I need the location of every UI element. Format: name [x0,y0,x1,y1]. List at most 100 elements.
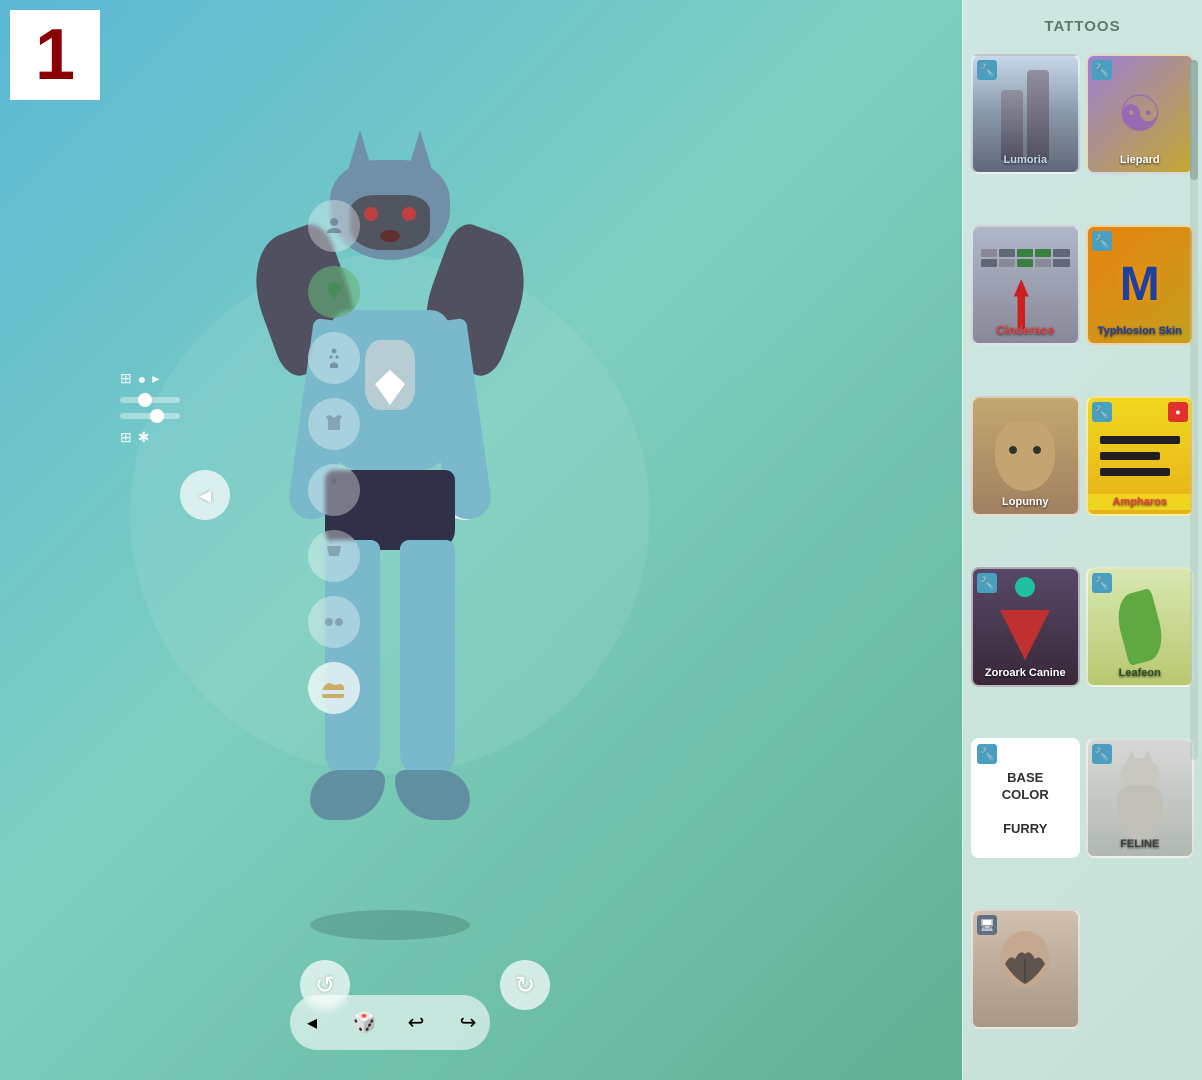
nav-accessories-button[interactable] [308,266,360,318]
items-grid: 🔧 Lumoria 🔧 ☯ Liepard [963,48,1202,1080]
panel-title: Tattoos [1044,18,1120,35]
item-card-tattoo-chest[interactable]: 🖥 [971,909,1080,1029]
slider-dot-1: ● [138,371,146,387]
lopunny-eye-left [1009,446,1017,454]
arrow-left-button[interactable]: ◂ [180,470,230,520]
slider-track-2[interactable] [120,413,180,419]
lopunny-face [995,421,1055,491]
zoroark-label: Zoroark Canine [973,665,1078,681]
nav-body-button[interactable] [308,332,360,384]
item-card-base-color[interactable]: 🔧 BASECOLORFURRY [971,738,1080,858]
slider-icon-1: ⊞ [120,370,132,387]
slider-row-1: ⊞ ● ▸ [120,370,250,387]
lumoria-leg-2 [1027,70,1049,160]
slider-icon-2: ⊞ [120,429,132,446]
character-nose [380,230,400,242]
zoroark-dot [1015,577,1035,597]
feline-ear-right [1142,750,1154,764]
item-card-lumoria[interactable]: 🔧 Lumoria [971,54,1080,174]
slider-thumb-1[interactable] [138,393,152,407]
lumoria-leg-1 [1001,90,1023,160]
character-face [350,195,430,250]
zoroark-triangle [1000,610,1050,660]
nav-shoes-button[interactable] [308,662,360,714]
item-card-lopunny[interactable]: Lopunny [971,396,1080,516]
item-card-feline[interactable]: 🔧 FELINE [1086,738,1195,858]
random-button[interactable]: 🎲 [346,1005,382,1041]
cinderace-grid [973,241,1078,275]
leafeon-leaf [1111,588,1168,666]
liepard-label: Liepard [1088,152,1193,168]
right-panel: Tattoos 🔧 Lumoria 🔧 ☯ Liepard [962,0,1202,1080]
wrench-icon-ampharos: 🔧 [1092,402,1112,422]
ampharos-stripe-3 [1100,468,1170,476]
lopunny-label: Lopunny [973,494,1078,510]
cinderace-label: Cinderace [973,321,1078,339]
slider-track-1[interactable] [120,397,180,403]
base-color-text: BASECOLORFURRY [994,750,1057,846]
undo-button[interactable]: ↩ [398,1005,434,1041]
number-badge: 1 [10,10,100,100]
character-foot-left [310,770,385,820]
sliders-panel: ⊞ ● ▸ ⊞ ✱ [120,370,250,570]
item-card-zoroark[interactable]: 🔧 Zoroark Canine [971,567,1080,687]
typhlosion-m-shape: M [1120,261,1160,309]
rotate-right-button[interactable]: ↻ [500,960,550,1010]
bottom-toolbar: ◂ 🎲 ↩ ↪ [290,995,490,1050]
slider-row-2 [120,397,250,403]
nav-accessories2-button[interactable] [308,596,360,648]
character-foot-right [395,770,470,820]
wrench-icon-tattoo-chest: 🖥 [977,915,997,935]
item-card-leafeon[interactable]: 🔧 Leafeon [1086,567,1195,687]
wrench-icon-feline: 🔧 [1092,744,1112,764]
panel-header: Tattoos [963,0,1202,48]
character-ear-left [345,130,375,180]
redo-button[interactable]: ↪ [450,1005,486,1041]
slider-row-4: ⊞ ✱ [120,429,250,446]
liepard-swirl: ☯ [1117,85,1162,143]
typhlosion-label: Typhlosion Skin [1088,323,1193,339]
wrench-icon-leafeon: 🔧 [1092,573,1112,593]
item-card-typhlosion[interactable]: 🔧 M Typhlosion Skin [1086,225,1195,345]
ampharos-stripe-2 [1100,452,1160,460]
wrench-icon-base-color: 🔧 [977,744,997,764]
character-leg-right [400,540,455,780]
slider-arrow-1: ▸ [152,370,159,387]
slider-thumb-2[interactable] [150,409,164,423]
feline-figure [1105,753,1175,843]
nav-icons-panel [308,200,360,714]
lopunny-eye-right [1033,446,1041,454]
nav-head-button[interactable] [308,200,360,252]
leafeon-label: Leafeon [1088,665,1193,681]
ampharos-stripe-1 [1100,436,1180,444]
badge-number: 1 [35,19,75,91]
character-area: ⊞ ● ▸ ⊞ ✱ ◂ ▸ [0,0,780,1080]
nav-fullbody-button[interactable] [308,464,360,516]
tattoo-chest-svg [985,924,1065,1014]
slider-row-3 [120,413,250,419]
item-card-liepard[interactable]: 🔧 ☯ Liepard [1086,54,1195,174]
nav-top-button[interactable] [308,398,360,450]
wrench-icon-liepard: 🔧 [1092,60,1112,80]
character-eye-right [402,207,416,221]
ampharos-stripes [1090,426,1190,486]
lumoria-label: Lumoria [973,152,1078,168]
character-eye-left [364,207,378,221]
wrench-icon-lumoria: 🔧 [977,60,997,80]
arrow-left-toolbar[interactable]: ◂ [294,1005,330,1041]
lumoria-legs [1001,68,1049,161]
red-dot-ampharos: ● [1168,402,1188,422]
wrench-icon-typhlosion: 🔧 [1092,231,1112,251]
slider-dot-2: ✱ [138,429,150,446]
item-card-ampharos[interactable]: 🔧 ● Ampharos [1086,396,1195,516]
panel-scrollbar[interactable] [1190,60,1198,760]
character-ear-right [405,130,435,180]
wrench-icon-zoroark: 🔧 [977,573,997,593]
ampharos-label: Ampharos [1088,494,1193,510]
character-shadow [310,910,470,940]
feline-body [1117,785,1162,840]
item-card-cinderace[interactable]: Cinderace [971,225,1080,345]
nav-bottom-button[interactable] [308,530,360,582]
panel-scrollbar-thumb[interactable] [1190,60,1198,180]
feline-ear-left [1126,750,1138,764]
